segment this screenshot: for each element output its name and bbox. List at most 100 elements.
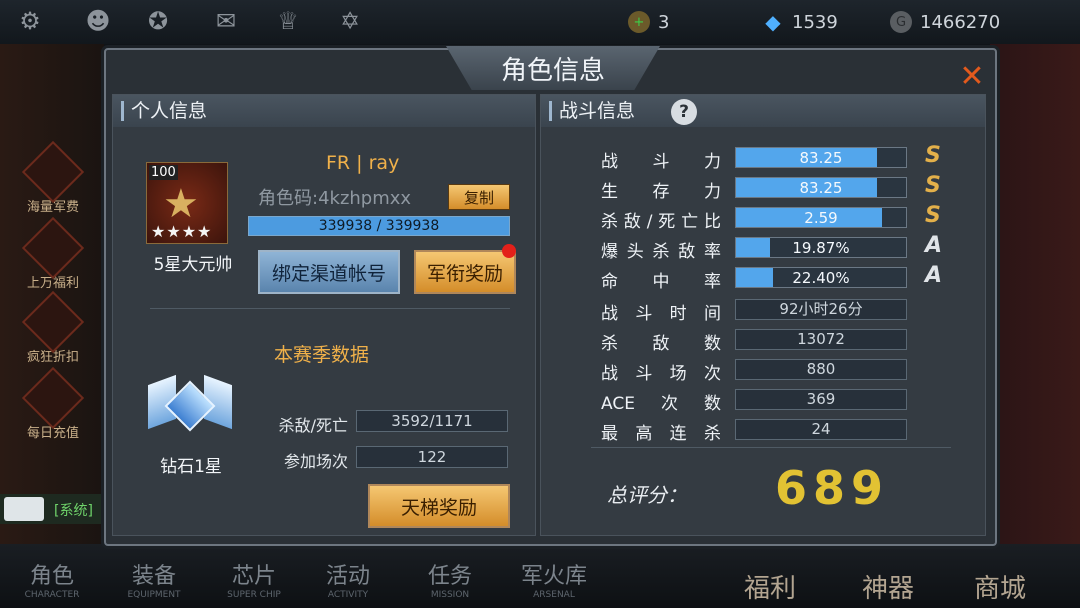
mail-icon[interactable]: ✉ <box>208 4 244 38</box>
kd-value: 3592/1171 <box>356 410 508 432</box>
stat-label: 战斗时间 <box>601 304 721 324</box>
sidebar-item[interactable]: 海量军费 <box>14 140 92 215</box>
tab-equipment[interactable]: 装备 EQUIPMENT <box>104 558 204 600</box>
battle-info-panel: 战斗信息 ? 战斗力 83.25 S 生存力 83.25 S 杀敌/死亡比 2.… <box>540 94 986 536</box>
sidebar-item[interactable]: 每日充值 <box>14 366 92 441</box>
tab-character[interactable]: 角色 CHARACTER <box>2 558 102 600</box>
grade-badge: S <box>925 203 941 228</box>
stat-value: 880 <box>735 359 907 380</box>
divider <box>591 447 951 448</box>
top-bar: ⚙ ☻ ✪ ✉ ♕ ✡ + 3 ◆ 1539 G 1466270 <box>0 0 1080 44</box>
stat-value: 369 <box>735 389 907 410</box>
tab-activity[interactable]: 活动 ACTIVITY <box>298 558 398 600</box>
stat-label: 最高连杀 <box>601 424 721 444</box>
exp-bar: 339938 / 339938 <box>248 216 510 236</box>
grade-badge: S <box>925 173 941 198</box>
bottom-nav: 角色 CHARACTER 装备 EQUIPMENT 芯片 SUPER CHIP 活动 A… <box>0 544 1080 608</box>
diamond-counter: ◆ 1539 <box>762 10 838 34</box>
stat-label: 杀敌数 <box>601 334 721 354</box>
divider <box>150 308 510 309</box>
tab-sublabel: EQUIPMENT <box>127 590 181 600</box>
stat-value: 22.40% <box>792 269 850 287</box>
stat-bar: 19.87% <box>735 237 907 258</box>
gold-value: 1466270 <box>920 11 1001 33</box>
tab-sublabel: ARSENAL <box>533 590 575 600</box>
battle-info-header: 战斗信息 <box>541 95 985 127</box>
battle-info-title: 战斗信息 <box>559 100 636 122</box>
stat-label: ACE次数 <box>601 394 721 414</box>
chat-icon[interactable] <box>4 497 44 521</box>
season-rank-title: 钻石1星 <box>160 457 222 477</box>
tab-chip[interactable]: 芯片 SUPER CHIP <box>204 558 304 600</box>
coin-counter: + 3 <box>628 10 669 34</box>
tab-label: 角色 <box>29 564 74 589</box>
personal-info-header: 个人信息 <box>113 95 535 127</box>
grade-badge: A <box>925 233 943 258</box>
gold-coin-icon: G <box>890 11 912 33</box>
grade-badge: S <box>925 143 941 168</box>
stat-label: 战斗力 <box>601 152 721 172</box>
diamond-rank-icon <box>144 374 236 448</box>
tab-sublabel: MISSION <box>430 590 470 600</box>
copy-button[interactable]: 复制 <box>448 184 510 210</box>
tab-sublabel: SUPER CHIP <box>227 590 281 600</box>
total-score-label: 总评分： <box>607 483 687 507</box>
rank-insignia-icon: 100 ★ ★★★★ <box>146 162 228 244</box>
tab-mission[interactable]: 任务 MISSION <box>400 558 500 600</box>
stat-bar: 83.25 <box>735 147 907 168</box>
shop-button[interactable]: 商城 <box>974 568 1026 605</box>
stat-value: 83.25 <box>799 149 843 167</box>
stat-label: 战斗场次 <box>601 364 721 384</box>
help-icon[interactable]: ? <box>671 99 697 125</box>
tab-sublabel: CHARACTER <box>24 590 80 600</box>
coin-plus-icon[interactable]: + <box>628 11 650 33</box>
notification-dot <box>502 244 516 258</box>
star-badge-icon[interactable]: ✡ <box>332 4 368 38</box>
grade-badge: A <box>925 263 943 288</box>
gold-counter: G 1466270 <box>890 10 1000 34</box>
gear-icon[interactable]: ⚙ <box>12 4 48 38</box>
stat-value: 92小时26分 <box>735 299 907 320</box>
stat-label: 爆头杀敌率 <box>601 242 721 262</box>
dialog-title: 角色信息 <box>446 46 660 90</box>
stat-bar: 2.59 <box>735 207 907 228</box>
tab-label: 芯片 <box>231 564 276 589</box>
character-info-dialog: 角色信息 ✕ 个人信息 100 ★ ★★★★ 5星大元帅 FR | ray 角色… <box>104 46 997 546</box>
kd-label: 杀敌/死亡 <box>278 416 348 435</box>
group-icon[interactable]: ☻ <box>80 4 116 38</box>
tab-label: 军火库 <box>520 564 587 589</box>
coin-value: 3 <box>658 11 670 33</box>
total-score-value: 689 <box>775 461 890 515</box>
stat-bar: 83.25 <box>735 177 907 198</box>
diamond-value: 1539 <box>792 11 838 33</box>
trophy-icon[interactable]: ♕ <box>270 4 306 38</box>
sidebar-item[interactable]: 疯狂折扣 <box>14 290 92 365</box>
rank-reward-button[interactable]: 军衔奖励 <box>414 250 516 294</box>
stat-label: 杀敌/死亡比 <box>601 212 721 232</box>
sidebar-item[interactable]: 上万福利 <box>14 216 92 291</box>
artifact-button[interactable]: 神器 <box>862 568 914 605</box>
chat-text: [系统] <box>54 503 93 519</box>
bind-account-button[interactable]: 绑定渠道帐号 <box>258 250 400 294</box>
rank-wings-icon[interactable]: ✪ <box>140 4 176 38</box>
chat-bar[interactable]: [系统] <box>0 494 104 524</box>
stat-value: 13072 <box>735 329 907 350</box>
role-code: 角色码:4kzhpmxx <box>258 188 412 209</box>
right-banner <box>990 44 1080 544</box>
rank-level: 100 <box>149 165 178 180</box>
ladder-reward-button[interactable]: 天梯奖励 <box>368 484 510 528</box>
season-title: 本赛季数据 <box>274 344 370 366</box>
stat-bar: 22.40% <box>735 267 907 288</box>
stat-value: 83.25 <box>799 179 843 197</box>
matches-value: 122 <box>356 446 508 468</box>
close-icon[interactable]: ✕ <box>956 59 988 94</box>
tab-label: 活动 <box>325 564 370 589</box>
rank-stars: ★★★★ <box>151 222 213 241</box>
tab-label: 任务 <box>427 564 472 589</box>
diamond-icon: ◆ <box>765 10 781 34</box>
tab-arsenal[interactable]: 军火库 ARSENAL <box>504 558 604 600</box>
player-name: FR | ray <box>326 152 400 174</box>
star-emblem-icon: ★ <box>163 181 199 227</box>
stat-value: 19.87% <box>792 239 850 257</box>
welfare-button[interactable]: 福利 <box>744 568 796 605</box>
